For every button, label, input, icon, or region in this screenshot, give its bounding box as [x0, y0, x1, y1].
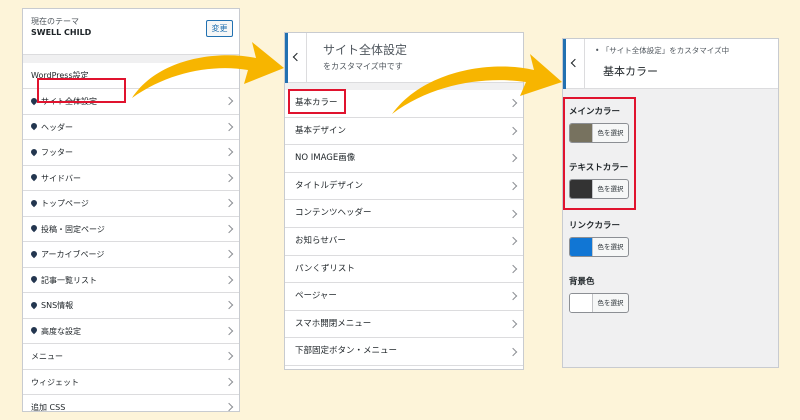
- swell-drop-icon: [29, 198, 39, 207]
- swell-drop-icon: [29, 249, 39, 258]
- menu-item-widgets[interactable]: ウィジェット: [23, 369, 239, 395]
- menu-item-sns[interactable]: SNS情報: [23, 293, 239, 319]
- arrow-right-icon: [392, 54, 562, 114]
- chevron-left-icon: [292, 52, 302, 62]
- swell-drop-icon: [29, 325, 39, 335]
- chevron-right-icon: [508, 237, 518, 246]
- chevron-right-icon: [508, 264, 518, 274]
- chevron-right-icon: [224, 250, 234, 259]
- section-sp-menu[interactable]: スマホ開閉メニュー: [285, 310, 523, 339]
- color-swatch: [570, 238, 592, 256]
- menu-item-sidebar[interactable]: サイドバー: [23, 165, 239, 191]
- highlight-main-text-colors: [563, 97, 636, 210]
- section-label: 下部固定ボタン・メニュー: [295, 346, 398, 357]
- swell-drop-icon: [29, 147, 39, 156]
- chevron-left-icon: [570, 58, 580, 68]
- back-button[interactable]: [285, 33, 307, 83]
- menu-item-header[interactable]: ヘッダー: [23, 114, 239, 140]
- arrow-right-icon: [132, 42, 284, 98]
- background-color-control: 背景色 色を選択: [569, 275, 629, 313]
- chevron-right-icon: [508, 292, 518, 301]
- chevron-right-icon: [224, 326, 234, 335]
- swell-drop-icon: [29, 121, 39, 131]
- highlight-site-settings: [37, 78, 126, 103]
- menu-item-label: ウィジェット: [31, 377, 79, 387]
- section-label: コンテンツヘッダー: [295, 208, 372, 219]
- highlight-basic-color: [288, 89, 346, 114]
- active-theme-label: 現在のテーマ: [31, 17, 79, 26]
- panel-header: • 「サイト全体設定」をカスタマイズ中 基本カラー: [563, 39, 778, 89]
- section-pager[interactable]: ページャー: [285, 283, 523, 311]
- menu-item-advanced[interactable]: 高度な設定: [23, 318, 239, 344]
- menu-item-label: SNS情報: [41, 301, 74, 310]
- section-breadcrumb[interactable]: パンくずリスト: [285, 255, 523, 284]
- section-content-header[interactable]: コンテンツヘッダー: [285, 200, 523, 228]
- color-label: 背景色: [569, 277, 595, 287]
- section-label: タイトルデザイン: [295, 180, 364, 191]
- chevron-right-icon: [224, 173, 234, 182]
- menu-item-post-page[interactable]: 投稿・固定ページ: [23, 216, 239, 242]
- menu-item-menus[interactable]: メニュー: [23, 344, 239, 370]
- section-label: ページャー: [295, 291, 337, 302]
- chevron-right-icon: [224, 301, 234, 310]
- chevron-right-icon: [508, 209, 518, 218]
- color-swatch: [570, 294, 592, 312]
- chevron-right-icon: [224, 275, 234, 284]
- section-label: パンくずリスト: [295, 263, 355, 274]
- chevron-right-icon: [508, 181, 518, 191]
- menu-item-post-list[interactable]: 記事一覧リスト: [23, 267, 239, 293]
- section-label: スマホ開閉メニュー: [295, 318, 372, 329]
- section-notice-bar[interactable]: お知らせバー: [285, 227, 523, 256]
- select-color-label: 色を選択: [592, 238, 628, 256]
- link-color-control: リンクカラー 色を選択: [569, 219, 629, 257]
- menu-item-label: 投稿・固定ページ: [41, 224, 105, 234]
- chevron-right-icon: [224, 122, 234, 131]
- chevron-right-icon: [508, 319, 518, 329]
- link-color-picker-button[interactable]: 色を選択: [569, 237, 629, 257]
- chevron-right-icon: [224, 377, 234, 386]
- back-button[interactable]: [563, 39, 585, 89]
- section-title-design[interactable]: タイトルデザイン: [285, 172, 523, 201]
- menu-item-footer[interactable]: フッター: [23, 140, 239, 166]
- chevron-right-icon: [224, 224, 234, 233]
- chevron-right-icon: [224, 199, 234, 208]
- background-color-picker-button[interactable]: 色を選択: [569, 293, 629, 313]
- color-label: リンクカラー: [569, 221, 621, 231]
- section-no-image[interactable]: NO IMAGE画像: [285, 145, 523, 173]
- chevron-right-icon: [508, 126, 518, 136]
- swell-drop-icon: [29, 172, 39, 182]
- swell-drop-icon: [29, 300, 39, 309]
- menu-item-label: サイドバー: [41, 173, 81, 183]
- section-fixed-bottom[interactable]: 下部固定ボタン・メニュー: [285, 338, 523, 366]
- menu-item-label: 高度な設定: [41, 326, 81, 336]
- chevron-right-icon: [224, 352, 234, 361]
- menu-item-label: フッター: [41, 148, 73, 157]
- menu-item-label: メニュー: [31, 352, 63, 361]
- breadcrumb: • 「サイト全体設定」をカスタマイズ中: [595, 46, 730, 55]
- menu-item-label: 記事一覧リスト: [41, 275, 97, 285]
- menu-item-label: トップページ: [41, 199, 89, 208]
- chevron-right-icon: [508, 154, 518, 163]
- menu-item-label: 追加 CSS: [31, 403, 66, 412]
- section-label: NO IMAGE画像: [295, 153, 356, 164]
- section-label: お知らせバー: [295, 235, 346, 246]
- swell-drop-icon: [29, 274, 39, 284]
- menu-item-top-page[interactable]: トップページ: [23, 191, 239, 217]
- menu-item-archive[interactable]: アーカイブページ: [23, 242, 239, 268]
- section-label: 基本デザイン: [295, 125, 347, 136]
- select-color-label: 色を選択: [592, 294, 628, 312]
- menu-item-label: ヘッダー: [41, 122, 73, 132]
- chevron-right-icon: [508, 347, 518, 356]
- chevron-right-icon: [224, 403, 234, 411]
- panel-title: 基本カラー: [603, 65, 658, 78]
- menu-item-label: アーカイブページ: [41, 250, 105, 259]
- chevron-right-icon: [224, 148, 234, 157]
- swell-drop-icon: [29, 223, 39, 233]
- menu-item-additional-css[interactable]: 追加 CSS: [23, 395, 239, 412]
